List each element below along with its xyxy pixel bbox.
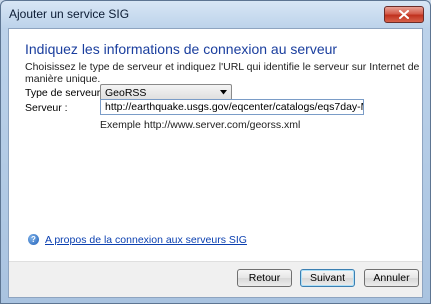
page-description: Choisissez le type de serveur et indique… (25, 61, 420, 85)
title-bar[interactable]: Ajouter un service SIG (1, 1, 430, 27)
cancel-button[interactable]: Annuler (364, 269, 419, 287)
help-icon: ? (28, 234, 39, 245)
page-heading: Indiquez les informations de connexion a… (25, 41, 338, 57)
close-button[interactable] (384, 6, 424, 23)
server-url-input[interactable]: http://earthquake.usgs.gov/eqcenter/cata… (100, 99, 364, 115)
close-icon (399, 10, 409, 19)
help-link[interactable]: A propos de la connexion aux serveurs SI… (45, 234, 247, 246)
dialog-window: Ajouter un service SIG Indiquez les info… (0, 0, 431, 304)
example-label: Exemple : (100, 119, 147, 131)
server-type-label: Type de serveur : (25, 87, 107, 99)
window-title: Ajouter un service SIG (9, 7, 130, 21)
server-type-value: GeoRSS (105, 87, 147, 99)
button-bar: Retour Suivant Annuler (9, 261, 422, 297)
dialog-content: Indiquez les informations de connexion a… (8, 28, 423, 298)
example-value: http://www.server.com/georss.xml (144, 119, 301, 131)
back-button[interactable]: Retour (237, 269, 292, 287)
chevron-down-icon (220, 90, 227, 95)
server-label: Serveur : (25, 102, 68, 114)
next-button[interactable]: Suivant (300, 269, 355, 287)
